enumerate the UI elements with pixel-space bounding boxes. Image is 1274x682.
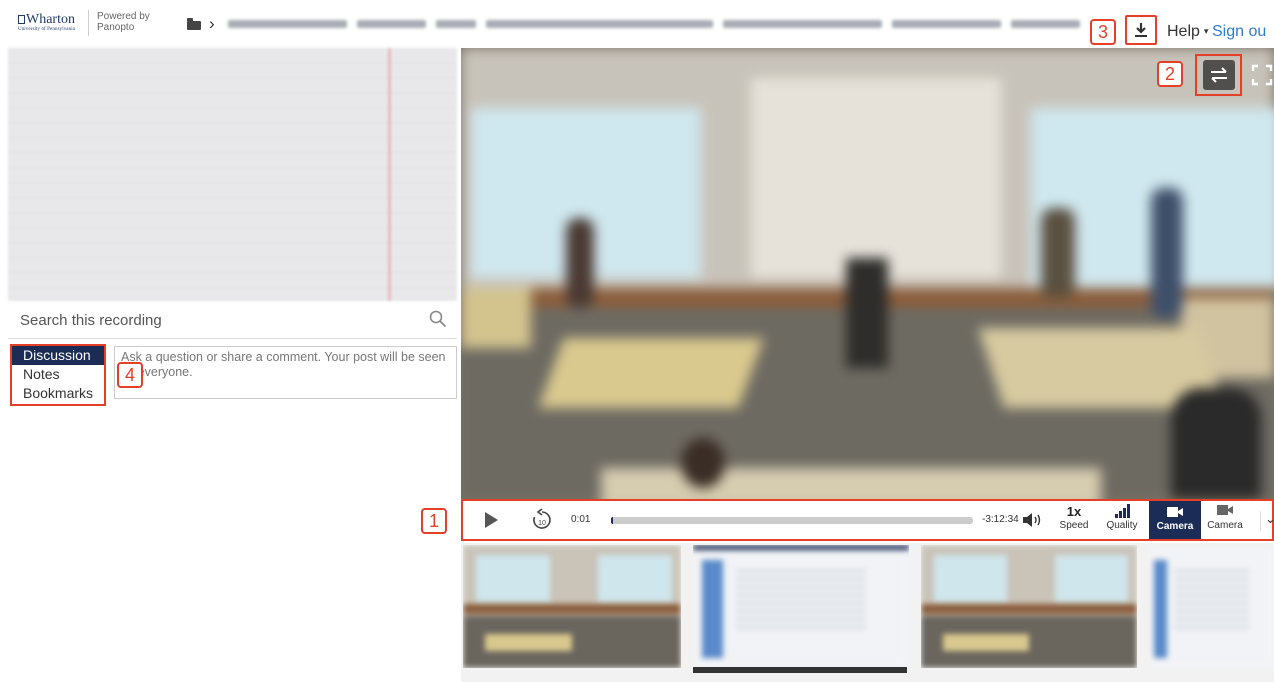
thumbnail-1[interactable] bbox=[463, 545, 681, 668]
header-divider bbox=[88, 10, 89, 36]
top-header: Wharton University of Pennsylvania Power… bbox=[0, 0, 1274, 46]
volume-icon[interactable] bbox=[1022, 511, 1044, 529]
breadcrumb-chevron-icon: › bbox=[209, 14, 215, 33]
rewind-10-icon[interactable]: 10 bbox=[531, 508, 553, 532]
swap-view-icon bbox=[1210, 67, 1227, 83]
quality-button[interactable]: Quality bbox=[1102, 504, 1142, 531]
quality-label: Quality bbox=[1106, 520, 1138, 531]
progress-fill bbox=[611, 517, 614, 524]
camera-active-button[interactable]: Camera bbox=[1149, 501, 1201, 539]
play-icon[interactable] bbox=[483, 511, 499, 529]
thumbnail-2[interactable] bbox=[693, 545, 909, 668]
help-menu[interactable]: Help ▾ bbox=[1167, 23, 1208, 41]
search-input[interactable] bbox=[20, 309, 420, 331]
powered-by-panopto[interactable]: Powered by Panopto bbox=[97, 11, 150, 33]
logo-text: Wharton bbox=[26, 12, 75, 27]
annotation-badge-1: 1 bbox=[421, 508, 447, 534]
panopto-label: Panopto bbox=[97, 22, 135, 33]
speed-value: 1x bbox=[1066, 504, 1082, 519]
download-button[interactable] bbox=[1125, 15, 1157, 45]
swap-streams-button[interactable] bbox=[1195, 54, 1242, 96]
help-caret-icon: ▾ bbox=[1203, 26, 1209, 36]
player-controls: 10 0:01 -3:12:34 1x Speed Quality Camera bbox=[461, 499, 1274, 541]
thumbnail-4[interactable] bbox=[1149, 545, 1274, 668]
timeline-thumbnails bbox=[461, 543, 1274, 682]
secondary-stream-thumbnail[interactable] bbox=[8, 48, 457, 301]
chevron-down-icon[interactable]: ⌄ bbox=[1260, 511, 1274, 531]
side-tabs: Discussion Notes Bookmarks bbox=[10, 344, 106, 406]
tab-bookmarks[interactable]: Bookmarks bbox=[12, 384, 104, 403]
camera-button[interactable]: Camera bbox=[1205, 504, 1245, 531]
current-time: 0:01 bbox=[571, 514, 591, 525]
annotation-badge-3: 3 bbox=[1090, 19, 1116, 45]
powered-by-label: Powered by bbox=[97, 11, 150, 22]
search-bar bbox=[8, 301, 457, 339]
help-label: Help bbox=[1167, 23, 1200, 40]
thumbnail-3[interactable] bbox=[921, 545, 1137, 668]
quality-bars-icon bbox=[1115, 504, 1130, 518]
annotation-badge-2: 2 bbox=[1157, 61, 1183, 87]
tab-notes[interactable]: Notes bbox=[12, 365, 104, 384]
svg-text:10: 10 bbox=[538, 520, 546, 527]
download-icon bbox=[1135, 23, 1147, 37]
folder-icon[interactable] bbox=[187, 18, 201, 30]
search-icon[interactable] bbox=[429, 310, 447, 328]
thumbnail-progress-marker bbox=[693, 667, 907, 673]
fullscreen-icon[interactable] bbox=[1250, 60, 1274, 90]
crest-icon bbox=[18, 15, 25, 24]
progress-bar[interactable] bbox=[611, 517, 973, 524]
camera-active-label: Camera bbox=[1156, 521, 1194, 532]
sign-out-link[interactable]: Sign ou bbox=[1212, 23, 1266, 41]
logo-subtext: University of Pennsylvania bbox=[18, 27, 76, 32]
camera-label: Camera bbox=[1207, 520, 1243, 531]
wharton-logo[interactable]: Wharton University of Pennsylvania bbox=[18, 12, 82, 36]
comment-input[interactable]: Ask a question or share a comment. Your … bbox=[114, 346, 457, 399]
remaining-time: -3:12:34 bbox=[982, 514, 1019, 525]
annotation-badge-4: 4 bbox=[117, 362, 143, 388]
breadcrumb bbox=[228, 20, 1080, 30]
main-video[interactable] bbox=[461, 48, 1274, 499]
tab-discussion[interactable]: Discussion bbox=[12, 346, 104, 365]
camera-icon bbox=[1167, 507, 1183, 517]
speed-label: Speed bbox=[1059, 520, 1089, 531]
camera-icon bbox=[1217, 505, 1233, 515]
speed-button[interactable]: 1x Speed bbox=[1058, 504, 1090, 531]
